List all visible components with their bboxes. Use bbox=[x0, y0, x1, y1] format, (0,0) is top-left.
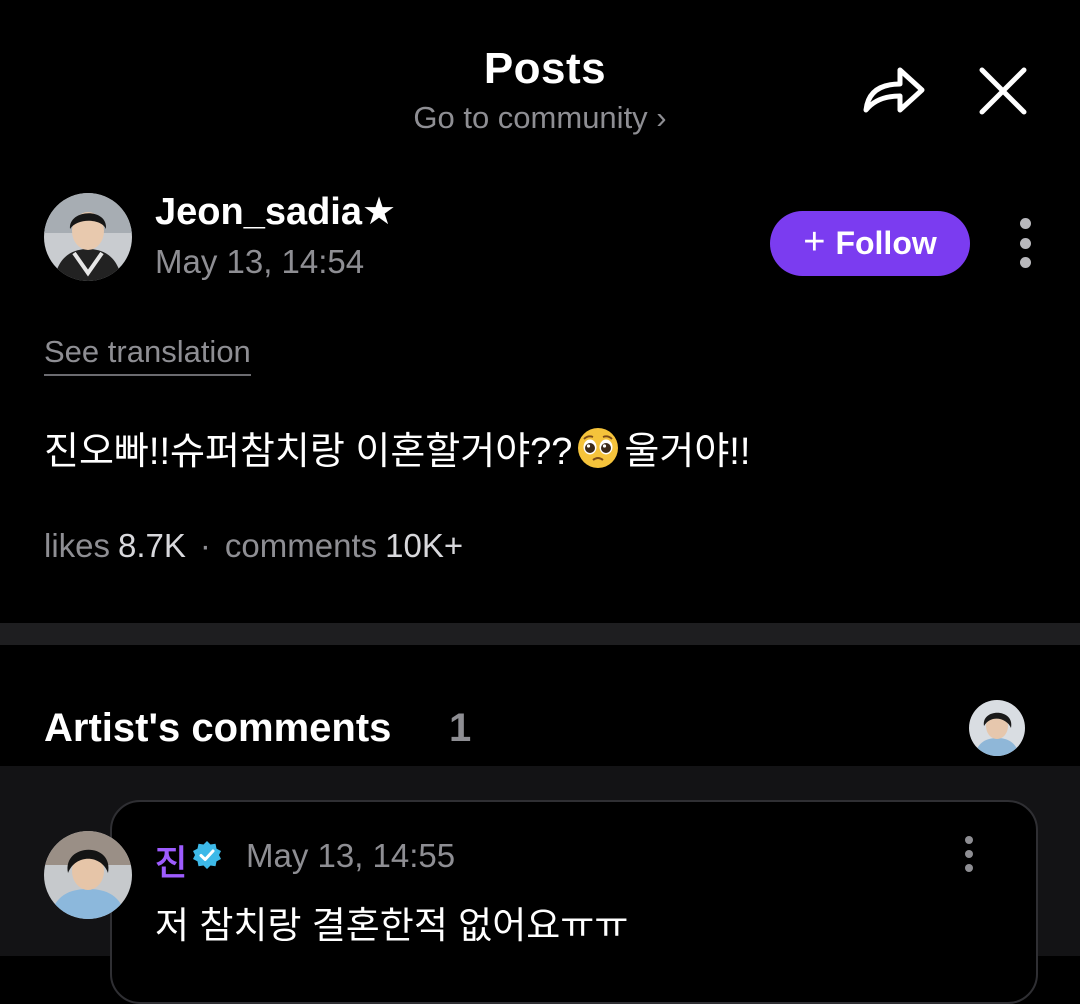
see-translation-link[interactable]: See translation bbox=[44, 334, 251, 376]
comment-text: 저 참치랑 결혼한적 없어요ㅠㅠ bbox=[155, 905, 629, 946]
post-text: 진오빠!!슈퍼참치랑 이혼할거야?? bbox=[44, 431, 573, 473]
post-stats: likes 8.7K · comments 10K+ bbox=[44, 527, 463, 565]
close-icon bbox=[979, 67, 1027, 115]
share-button[interactable] bbox=[858, 58, 928, 122]
close-button[interactable] bbox=[972, 60, 1034, 122]
artist-comments-count: 1 bbox=[449, 706, 472, 750]
commenter-name[interactable]: 진 bbox=[155, 835, 187, 886]
post-body: 진오빠!!슈퍼참치랑 이혼할거야?? 울거야!! bbox=[44, 420, 750, 475]
comment-date: May 13, 14:55 bbox=[246, 837, 456, 874]
verified-badge-icon bbox=[193, 841, 221, 869]
author-name[interactable]: Jeon_sadia★ bbox=[155, 189, 396, 234]
author-avatar[interactable] bbox=[44, 193, 132, 281]
section-divider bbox=[0, 623, 1080, 645]
header: Posts Go to community › bbox=[0, 0, 1080, 160]
post-date: May 13, 14:54 bbox=[155, 243, 365, 280]
comments-label: comments bbox=[224, 527, 378, 564]
artist-avatar[interactable] bbox=[969, 700, 1025, 756]
post-text-end: 울거야!! bbox=[624, 431, 751, 473]
likes-count[interactable]: 8.7K bbox=[118, 527, 186, 564]
pleading-face-emoji bbox=[578, 427, 619, 468]
artist-comments-title: Artist's comments bbox=[44, 706, 392, 750]
comment-more-options-icon[interactable] bbox=[958, 836, 980, 872]
follow-label: Follow bbox=[835, 225, 937, 261]
comments-count[interactable]: 10K+ bbox=[385, 527, 463, 564]
share-icon bbox=[863, 67, 925, 113]
plus-icon: + bbox=[803, 220, 826, 263]
post-more-options-icon[interactable] bbox=[1014, 218, 1036, 268]
follow-button[interactable]: + Follow bbox=[770, 211, 970, 276]
stats-separator: · bbox=[199, 527, 211, 564]
likes-label: likes bbox=[44, 527, 111, 564]
commenter-avatar[interactable] bbox=[44, 831, 132, 919]
